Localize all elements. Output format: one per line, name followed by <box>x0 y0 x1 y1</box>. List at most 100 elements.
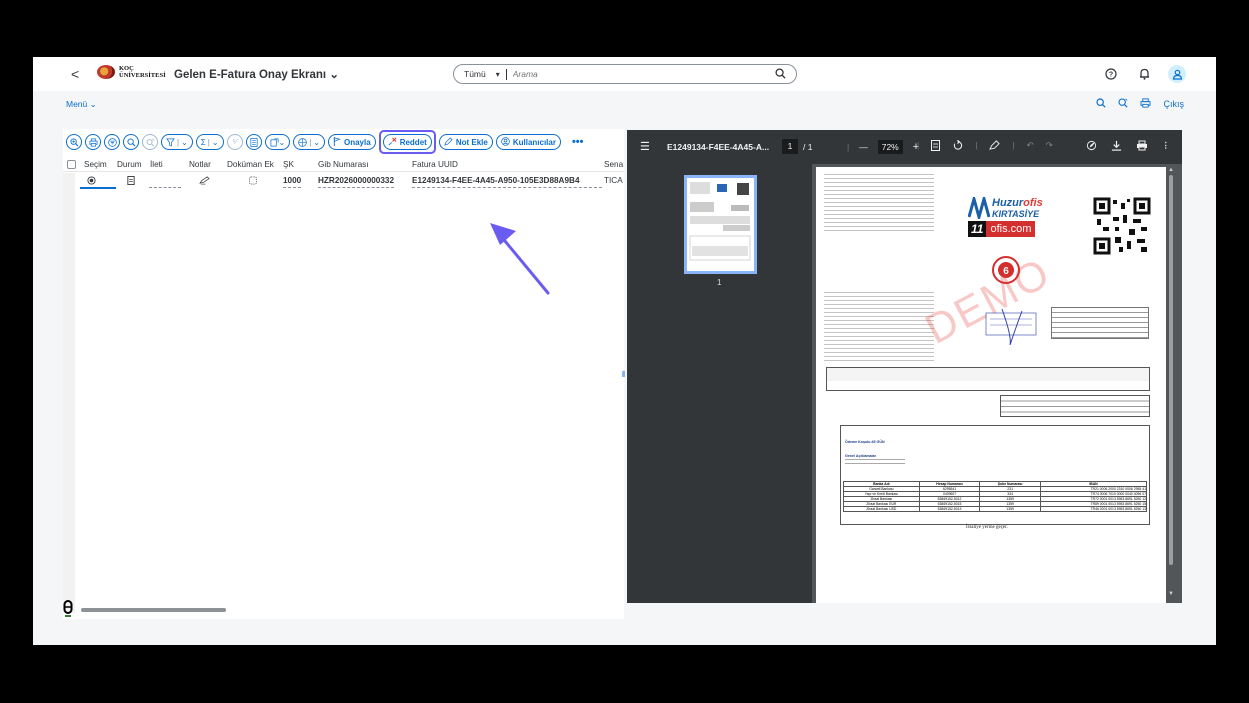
column-header-durum[interactable]: Durum <box>117 157 142 172</box>
filter-dropdown[interactable]: | ⌄ <box>161 134 193 150</box>
more-options-icon[interactable]: ⋮ <box>1162 140 1171 153</box>
scroll-up-icon[interactable]: ▲ <box>1168 167 1174 173</box>
print-icon[interactable] <box>1136 140 1148 153</box>
table-row[interactable]: 1000 HZR2026000000332 E1249134-F4EE-4A45… <box>63 173 624 188</box>
list-filter-icon[interactable] <box>104 134 120 150</box>
column-header-sk[interactable]: ŞK <box>283 157 294 172</box>
app-title[interactable]: Gelen E-Fatura Onay Ekranı ⌄ <box>174 67 339 81</box>
column-header-sena[interactable]: Sena <box>604 157 624 172</box>
zoom-level-input[interactable]: 72% <box>877 140 903 154</box>
gib-number-cell[interactable]: HZR2026000000332 <box>318 173 395 188</box>
buyer-info-block <box>824 292 934 362</box>
menu-icon[interactable]: ☰ <box>640 140 650 153</box>
select-all-checkbox[interactable] <box>67 160 76 169</box>
user-icon <box>501 136 510 148</box>
redo-icon[interactable]: ↷ <box>1046 140 1053 153</box>
find-icon[interactable] <box>123 134 139 150</box>
chevron-down-icon[interactable]: ▾ <box>496 70 500 79</box>
attachment-icon[interactable] <box>248 173 258 188</box>
qr-code-icon <box>1093 197 1151 260</box>
general-notes-label: Genel Açıklamalar <box>845 454 877 458</box>
help-icon[interactable]: ? <box>1102 65 1120 83</box>
chevron-down-icon: ⌄ <box>278 137 286 147</box>
approve-button[interactable]: Onayla <box>328 134 376 150</box>
invoice-details-box <box>1051 307 1149 339</box>
column-header-dokuman-ek[interactable]: Doküman Ek <box>227 157 274 172</box>
busy-indicator-icon <box>63 600 73 621</box>
reject-button[interactable]: Reddet <box>382 134 432 150</box>
annotate-icon[interactable] <box>1086 140 1097 153</box>
pdf-filename: E1249134-F4EE-4A45-A... <box>667 142 770 152</box>
fit-page-icon[interactable] <box>931 140 941 153</box>
print-preview-icon[interactable] <box>245 134 262 150</box>
scroll-thumb[interactable] <box>1169 175 1173 565</box>
scroll-down-icon[interactable]: ▼ <box>1168 591 1174 597</box>
search-scope-select[interactable]: Tümü <box>464 69 486 79</box>
print-icon[interactable] <box>1140 98 1151 110</box>
signature-stamp-icon <box>982 307 1042 352</box>
logout-button[interactable]: Çıkış <box>1163 99 1184 109</box>
message-cell[interactable] <box>149 173 181 188</box>
sub-header-actions: Çıkış <box>1096 98 1184 110</box>
notification-bell-icon[interactable] <box>1135 65 1153 83</box>
users-button[interactable]: Kullanıcılar <box>495 134 561 150</box>
search-icon[interactable] <box>1096 98 1107 110</box>
thumbnail-page-number: 1 <box>717 278 722 287</box>
find-next-icon[interactable] <box>142 134 158 150</box>
pdf-tools: | | | ↶ ↷ <box>917 139 1053 153</box>
brand-name-3: KIRTASİYE <box>992 209 1040 219</box>
invoice-uuid-cell[interactable]: E1249134-F4EE-4A45-A950-105E3D88A9B4 <box>412 173 602 188</box>
chevron-down-icon: ⌄ <box>313 137 320 147</box>
status-document-icon[interactable] <box>127 173 135 188</box>
add-note-button[interactable]: Not Ekle <box>438 134 493 150</box>
sena-cell[interactable]: TICA <box>604 173 624 188</box>
company-code-cell[interactable]: 1000 <box>283 173 302 188</box>
seller-info-block <box>824 174 934 234</box>
search-field[interactable]: Tümü ▾ <box>453 64 797 84</box>
user-avatar-icon[interactable] <box>1168 65 1186 83</box>
search-icon[interactable] <box>775 68 786 82</box>
selection-indicator <box>80 187 116 189</box>
column-header-fatura-uuid[interactable]: Fatura UUID <box>412 157 458 172</box>
export-dropdown[interactable]: ⌄ <box>264 134 291 150</box>
sum-dropdown[interactable]: Σ | ⌄ <box>195 134 224 150</box>
page-number-input[interactable]: 1 <box>782 139 798 154</box>
more-actions-button[interactable]: ••• <box>572 136 584 148</box>
selection-radio-icon[interactable] <box>87 173 96 188</box>
column-header-notlar[interactable]: Notlar <box>189 157 211 172</box>
panel-splitter[interactable]: ⦀ <box>622 370 626 380</box>
pdf-page: Huzurofis KIRTASİYE 11 ofis.com 6 DEMO Ö… <box>816 167 1166 603</box>
zoom-in-icon[interactable] <box>66 134 82 150</box>
chevron-down-icon: ⌄ <box>181 137 188 147</box>
separator: | <box>847 142 850 152</box>
pdf-viewer: ☰ E1249134-F4EE-4A45-A... 1 / 1 | — 72% … <box>627 130 1182 603</box>
line-items-table <box>826 367 1150 391</box>
column-header-ileti[interactable]: İleti <box>150 157 163 172</box>
payment-info-box: Ödeme Koşulu:45 GÜN Genel Açıklamalar Ba… <box>840 425 1150 525</box>
undo-icon[interactable]: ↶ <box>1027 140 1034 153</box>
zoom-out-button[interactable]: — <box>859 142 868 152</box>
chevron-down-icon: ⌄ <box>211 137 219 147</box>
page-thumbnail[interactable] <box>684 175 757 274</box>
filter-icon[interactable] <box>1118 98 1129 110</box>
back-button[interactable]: < <box>71 66 79 82</box>
horizontal-scrollbar[interactable] <box>81 608 226 612</box>
notes-icon[interactable] <box>199 173 210 188</box>
menu-button[interactable]: Menü ⌄ <box>66 99 97 110</box>
totals-table <box>1000 395 1150 417</box>
column-header-gib-numarasi[interactable]: Gib Numarası <box>318 157 369 172</box>
column-header-secim[interactable]: Seçim <box>84 157 107 172</box>
rotate-icon[interactable] <box>952 139 963 153</box>
bank-name: Ziraat Bankası USD <box>843 506 920 512</box>
search-input[interactable] <box>512 69 753 79</box>
logo-text-line1: KOÇ <box>119 65 134 72</box>
sub-header: Menü ⌄ Çıkış <box>33 91 1216 117</box>
grid-toolbar: | ⌄ Σ | ⌄ ⅟ ⌄ | ⌄ Onayla Reddet Not Ekle… <box>66 130 584 154</box>
layout-dropdown[interactable]: | ⌄ <box>293 134 325 150</box>
print-icon[interactable] <box>85 134 101 150</box>
subtotal-icon[interactable]: ⅟ <box>226 134 243 150</box>
pdf-actions: ⋮ <box>1086 140 1171 153</box>
draw-icon[interactable] <box>989 140 1001 153</box>
download-icon[interactable] <box>1111 140 1122 153</box>
pdf-vertical-scrollbar[interactable]: ▲ ▼ <box>1168 167 1174 597</box>
